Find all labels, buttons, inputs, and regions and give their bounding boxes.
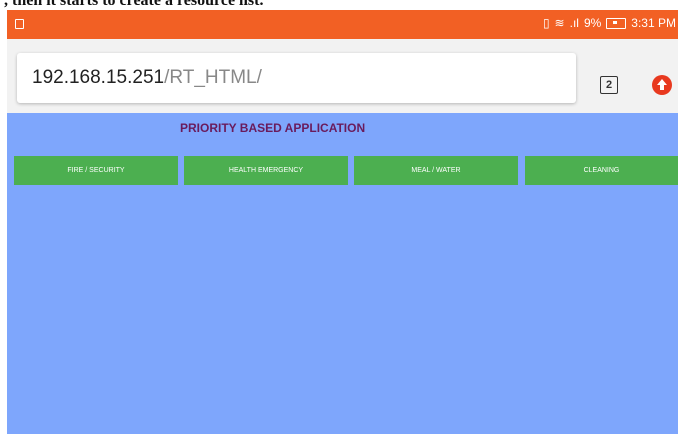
cleaning-button[interactable]: CLEANING (525, 156, 678, 185)
battery-icon (606, 17, 627, 29)
fire-security-button[interactable]: FIRE / SECURITY (14, 156, 178, 185)
phone-screen: ▯ ≋ .ıl 9% 3:31 PM 192.168.15.251/RT_HTM… (7, 10, 678, 434)
tab-switcher-button[interactable]: 2 (600, 76, 618, 94)
status-time: 3:31 PM (631, 16, 676, 30)
caption-strip: , then it starts to create a resource li… (0, 0, 678, 10)
caption-text: , then it starts to create a resource li… (4, 0, 264, 9)
address-bar[interactable]: 192.168.15.251/RT_HTML/ (17, 53, 576, 103)
url-host: 192.168.15.251 (32, 67, 165, 88)
meal-water-button[interactable]: MEAL / WATER (354, 156, 518, 185)
url-path: /RT_HTML/ (164, 67, 262, 88)
browser-update-icon[interactable] (652, 75, 672, 95)
battery-percent: 9% (583, 16, 602, 30)
status-indicators: ▯ ≋ .ıl 9% 3:31 PM (543, 16, 676, 30)
notification-icon (15, 19, 24, 29)
vibrate-icon: ▯ (542, 16, 550, 30)
signal-icon: .ıl (569, 16, 579, 30)
browser-toolbar: 192.168.15.251/RT_HTML/ 2 (7, 39, 678, 113)
wifi-icon: ≋ (554, 16, 565, 30)
status-bar: ▯ ≋ .ıl 9% 3:31 PM (7, 10, 678, 39)
url-text[interactable]: 192.168.15.251/RT_HTML/ (32, 67, 262, 89)
health-emergency-button[interactable]: HEALTH EMERGENCY (184, 156, 348, 185)
page-title: PRIORITY BASED APPLICATION (180, 121, 366, 135)
web-page: PRIORITY BASED APPLICATION FIRE / SECURI… (7, 113, 678, 434)
